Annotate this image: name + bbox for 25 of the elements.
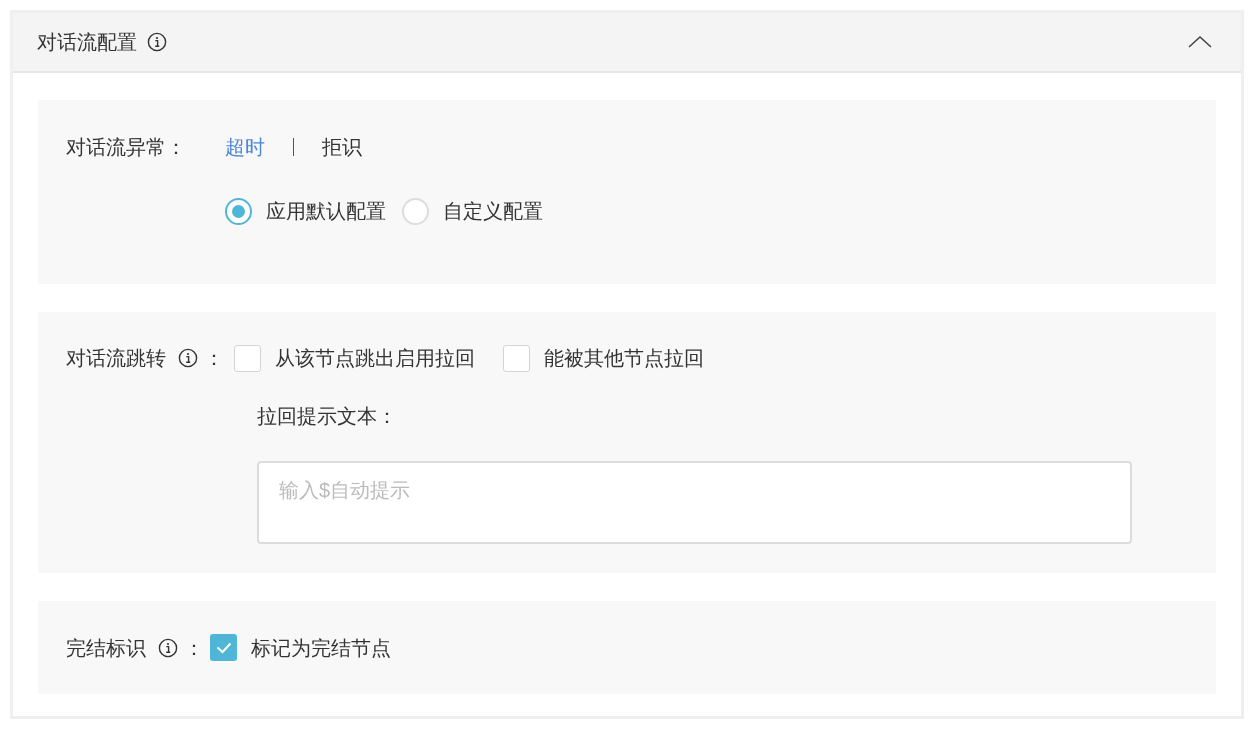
- chevron-up-icon: [1188, 35, 1212, 49]
- tab[interactable]: 拒识: [322, 132, 362, 162]
- info-icon[interactable]: [178, 348, 198, 368]
- panel-title: 对话流配置: [37, 30, 137, 55]
- option-label[interactable]: 应用默认配置: [266, 196, 386, 226]
- field-label: 对话流跳转: [66, 346, 166, 371]
- radio-button[interactable]: [402, 197, 429, 225]
- checkbox[interactable]: [503, 344, 530, 372]
- field-label: 对话流异常：: [66, 135, 187, 160]
- colon: ：: [184, 635, 204, 661]
- info-icon[interactable]: [158, 637, 178, 658]
- prompt-text-field[interactable]: 输入$自动提示: [257, 461, 1132, 544]
- checkbox[interactable]: [210, 634, 237, 661]
- field-label: 完结标识: [66, 635, 146, 661]
- tab[interactable]: 超时: [225, 132, 265, 162]
- checkbox-label[interactable]: 标记为完结节点: [251, 632, 391, 663]
- checkbox-label[interactable]: 能被其他节点拉回: [544, 343, 704, 373]
- option-label[interactable]: 自定义配置: [443, 196, 543, 226]
- radio-button[interactable]: [225, 197, 252, 225]
- info-icon[interactable]: [147, 32, 167, 52]
- colon: ：: [204, 346, 224, 371]
- checkbox[interactable]: [234, 344, 261, 372]
- checkbox-label[interactable]: 从该节点跳出启用拉回: [275, 343, 475, 373]
- field-label: 拉回提示文本：: [257, 404, 397, 429]
- checkmark-icon: [215, 641, 232, 654]
